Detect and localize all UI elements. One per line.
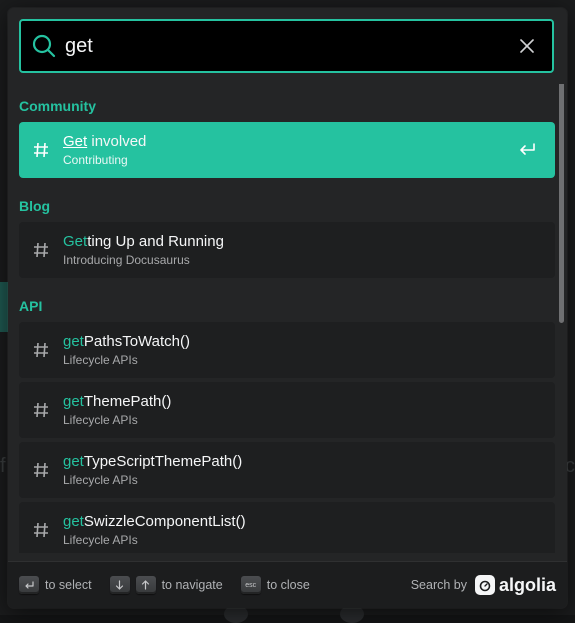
- hash-icon: [19, 402, 63, 418]
- hit-title: getThemePath(): [63, 392, 555, 412]
- search-footer: to select to navigate esc to close Searc…: [8, 561, 567, 608]
- hit-path: Lifecycle APIs: [63, 352, 555, 368]
- search-hit[interactable]: Get involved Contributing: [19, 122, 555, 178]
- background-text-fragment: f: [0, 455, 6, 478]
- search-results: Community Get involved Contributing Blog…: [8, 84, 567, 553]
- section-title: Blog: [19, 198, 50, 214]
- search-bar: [19, 19, 554, 73]
- esc-key-icon: esc: [241, 576, 261, 594]
- algolia-logo: algolia: [475, 575, 556, 596]
- search-hit[interactable]: getThemePath() Lifecycle APIs: [19, 382, 555, 438]
- clear-search-button[interactable]: [514, 33, 540, 59]
- hit-path: Lifecycle APIs: [63, 532, 555, 548]
- hit-title: Getting Up and Running: [63, 232, 555, 252]
- select-hint: to select: [19, 576, 92, 594]
- hash-icon: [19, 242, 63, 258]
- search-hit[interactable]: getTypeScriptThemePath() Lifecycle APIs: [19, 442, 555, 498]
- arrow-down-key-icon: [110, 576, 130, 594]
- hash-icon: [19, 342, 63, 358]
- search-hit[interactable]: Getting Up and Running Introducing Docus…: [19, 222, 555, 278]
- algolia-mark-icon: [475, 575, 495, 595]
- hit-title: Get involved: [63, 132, 507, 152]
- search-input[interactable]: [57, 21, 514, 71]
- background-tab: [0, 282, 8, 332]
- brand-name: algolia: [499, 575, 556, 596]
- section-title: API: [19, 298, 42, 314]
- hit-path: Introducing Docusaurus: [63, 252, 555, 268]
- navigate-label: to navigate: [162, 578, 223, 592]
- search-hit[interactable]: getSwizzleComponentList() Lifecycle APIs: [19, 502, 555, 553]
- hit-title: getSwizzleComponentList(): [63, 512, 555, 532]
- navigate-hint: to navigate: [110, 576, 223, 594]
- results-scrollbar[interactable]: [559, 84, 564, 323]
- enter-icon: [507, 143, 547, 157]
- select-label: to select: [45, 578, 92, 592]
- hit-title: getPathsToWatch(): [63, 332, 555, 352]
- search-icon: [31, 33, 57, 59]
- search-by-label: Search by: [411, 578, 467, 592]
- close-label: to close: [267, 578, 310, 592]
- arrow-up-key-icon: [136, 576, 156, 594]
- search-hit[interactable]: getPathsToWatch() Lifecycle APIs: [19, 322, 555, 378]
- hit-path: Lifecycle APIs: [63, 472, 555, 488]
- hash-icon: [19, 522, 63, 538]
- enter-key-icon: [19, 576, 39, 594]
- hit-title: getTypeScriptThemePath(): [63, 452, 555, 472]
- close-hint: esc to close: [241, 576, 310, 594]
- close-icon: [520, 39, 534, 53]
- algolia-link[interactable]: Search by algolia: [411, 575, 556, 596]
- hash-icon: [19, 462, 63, 478]
- search-modal: Community Get involved Contributing Blog…: [8, 8, 567, 608]
- hit-path: Lifecycle APIs: [63, 412, 555, 428]
- hit-path: Contributing: [63, 152, 507, 168]
- section-title: Community: [19, 98, 96, 114]
- hash-icon: [19, 142, 63, 158]
